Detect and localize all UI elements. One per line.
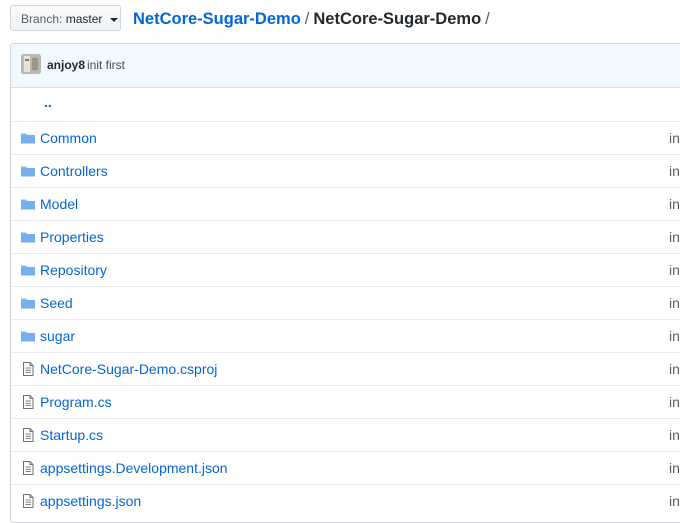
folder-icon (21, 298, 35, 309)
file-row[interactable]: Model in (11, 187, 680, 220)
file-commit-message[interactable]: in (669, 328, 680, 344)
file-commit-message[interactable]: in (669, 295, 680, 311)
file-name-link[interactable]: Model (40, 196, 78, 212)
file-name-link[interactable]: appsettings.json (40, 493, 141, 509)
file-row[interactable]: appsettings.Development.json in (11, 451, 680, 484)
file-name-link[interactable]: Common (40, 130, 97, 146)
file-commit-message[interactable]: in (669, 163, 680, 179)
commit-message[interactable]: init first (87, 58, 125, 72)
file-name-link[interactable]: Controllers (40, 163, 108, 179)
file-name-link[interactable]: appsettings.Development.json (40, 460, 228, 476)
file-name-link[interactable]: NetCore-Sugar-Demo.csproj (40, 361, 217, 377)
folder-icon (21, 199, 35, 210)
file-row[interactable]: Common in (11, 121, 680, 154)
breadcrumb-trailing-separator: / (485, 10, 490, 28)
file-row[interactable]: sugar in (11, 319, 680, 352)
file-icon (23, 395, 34, 409)
file-commit-message[interactable]: in (669, 262, 680, 278)
file-commit-message[interactable]: in (669, 427, 680, 443)
breadcrumb-separator: / (304, 10, 310, 28)
file-row[interactable]: Properties in (11, 220, 680, 253)
breadcrumb-repo-link[interactable]: NetCore-Sugar-Demo (133, 10, 301, 28)
file-list: .. Common in Controllers in Model in Propertie… (11, 88, 680, 517)
avatar[interactable] (21, 54, 41, 74)
avatar-image-icon (21, 54, 41, 74)
file-row[interactable]: Program.cs in (11, 385, 680, 418)
file-name-link[interactable]: Properties (40, 229, 104, 245)
breadcrumb-current: NetCore-Sugar-Demo (313, 10, 482, 28)
file-commit-message[interactable]: in (669, 460, 680, 476)
repo-header: Branch: master NetCore-Sugar-Demo / NetCor… (10, 5, 680, 33)
file-browser: anjoy8 init first .. Common in Controllers… (10, 43, 680, 523)
file-name-link[interactable]: Repository (40, 262, 107, 278)
file-row[interactable]: Repository in (11, 253, 680, 286)
file-icon (23, 428, 34, 442)
file-icon (23, 494, 34, 508)
file-icon (23, 461, 34, 475)
file-name-link[interactable]: sugar (40, 328, 75, 344)
folder-icon (21, 232, 35, 243)
file-commit-message[interactable]: in (669, 493, 680, 509)
branch-name: master (65, 12, 103, 26)
file-commit-message[interactable]: in (669, 196, 680, 212)
file-row[interactable]: appsettings.json in (11, 484, 680, 517)
file-row[interactable]: Seed in (11, 286, 680, 319)
folder-icon (21, 133, 35, 144)
file-name-link[interactable]: Seed (40, 295, 73, 311)
file-commit-message[interactable]: in (669, 130, 680, 146)
file-row[interactable]: Controllers in (11, 154, 680, 187)
folder-icon (21, 166, 35, 177)
file-commit-message[interactable]: in (669, 229, 680, 245)
folder-icon (21, 331, 35, 342)
parent-directory-link[interactable]: .. (44, 94, 52, 110)
file-icon (23, 362, 34, 376)
branch-label: Branch: (21, 12, 63, 26)
file-row[interactable]: Startup.cs in (11, 418, 680, 451)
folder-icon (21, 265, 35, 276)
file-commit-message[interactable]: in (669, 394, 680, 410)
parent-directory-row[interactable]: .. (11, 88, 680, 121)
commit-author[interactable]: anjoy8 (47, 58, 85, 72)
file-row[interactable]: NetCore-Sugar-Demo.csproj in (11, 352, 680, 385)
file-commit-message[interactable]: in (669, 361, 680, 377)
chevron-down-icon (109, 17, 118, 22)
file-name-link[interactable]: Startup.cs (40, 427, 103, 443)
latest-commit-bar: anjoy8 init first (11, 44, 680, 88)
branch-select-button[interactable]: Branch: master (10, 5, 121, 31)
file-name-link[interactable]: Program.cs (40, 394, 112, 410)
breadcrumb: NetCore-Sugar-Demo / NetCore-Sugar-Demo / (133, 5, 494, 33)
